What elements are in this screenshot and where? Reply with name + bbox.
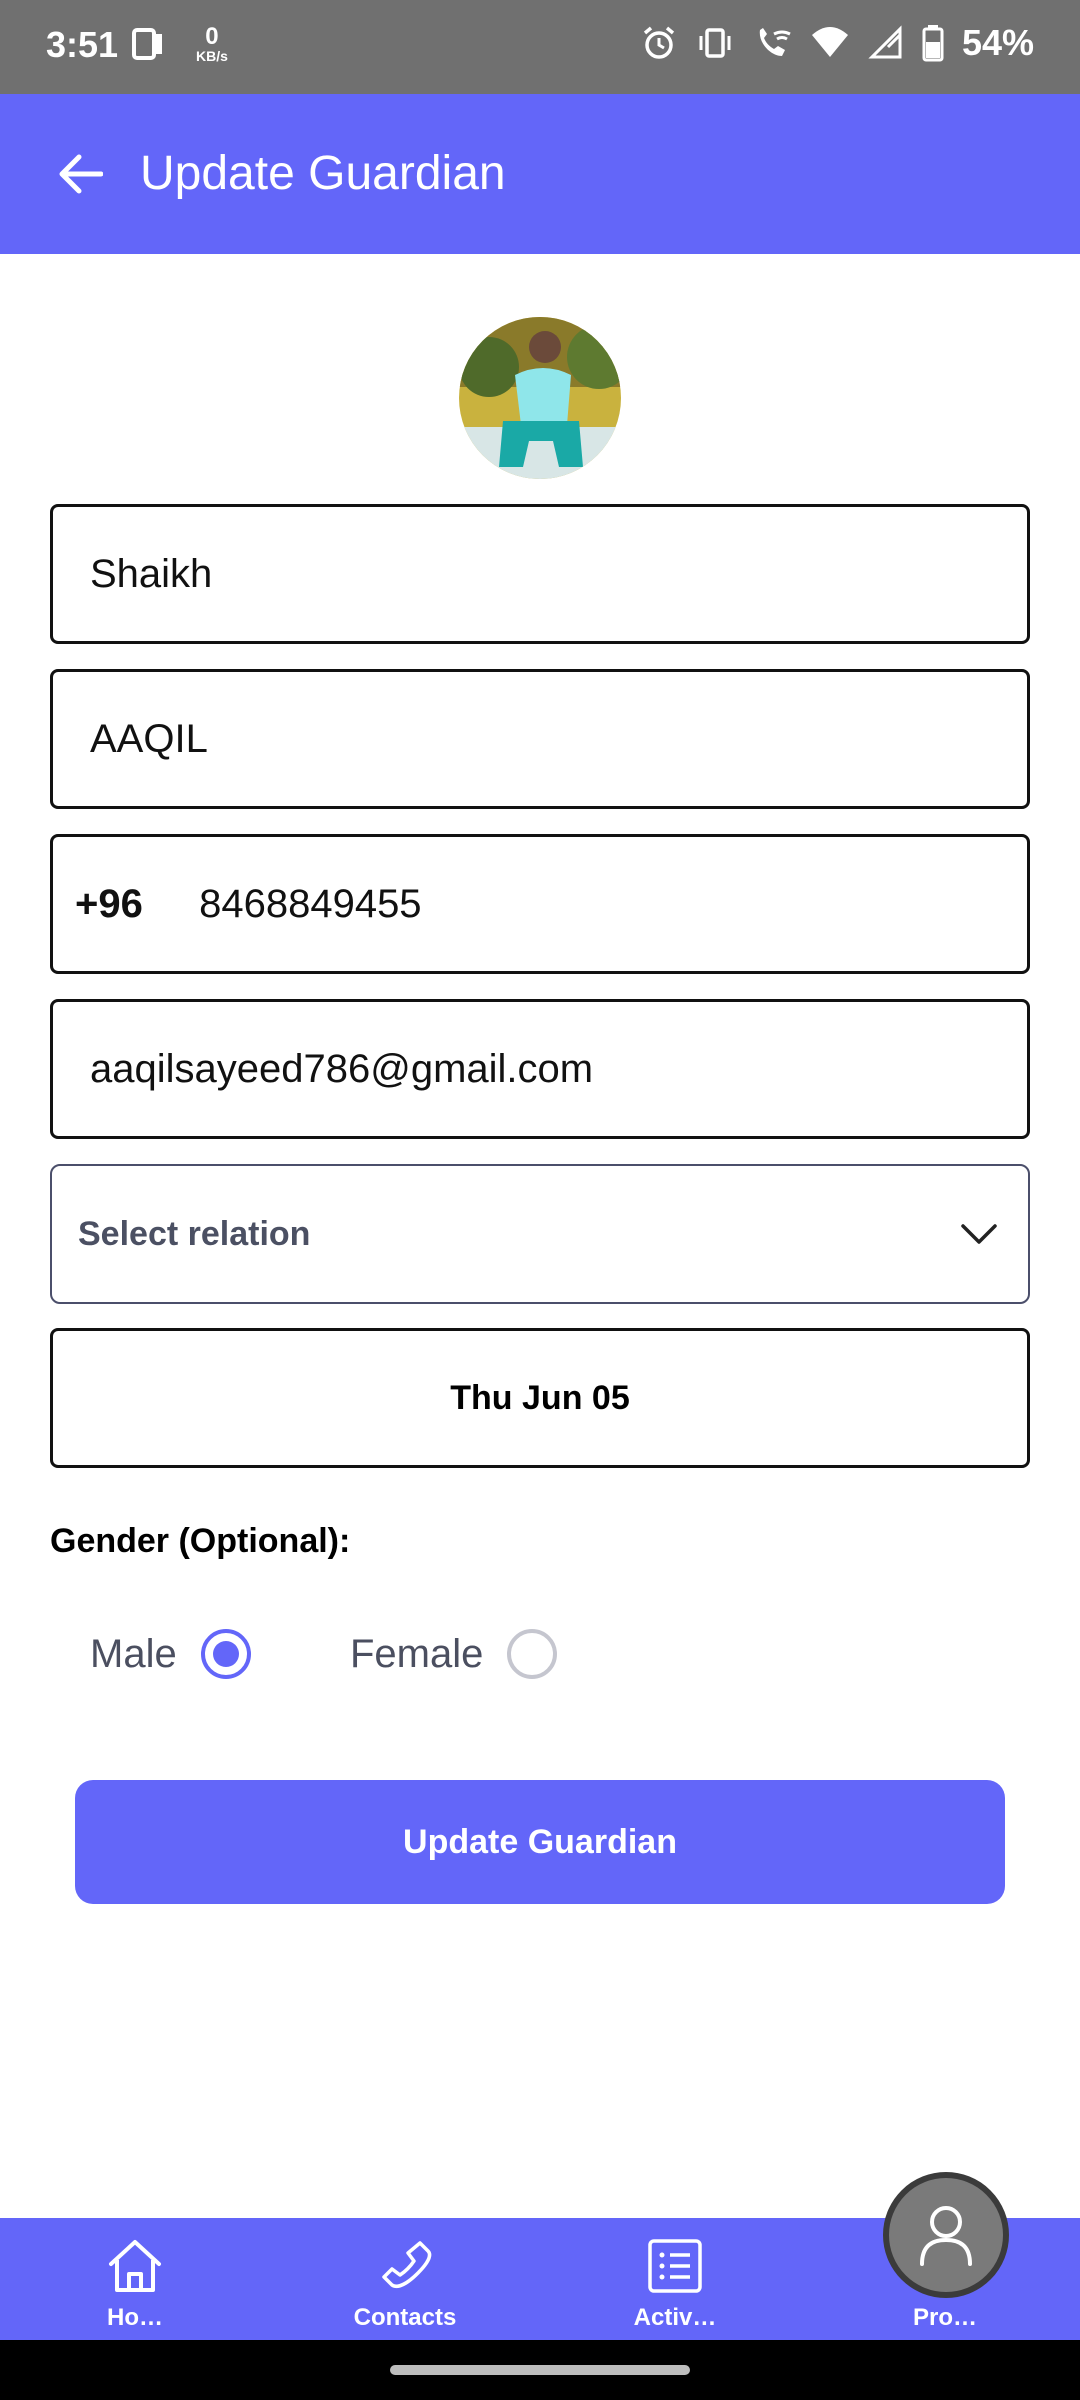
nav-label: Ho… (107, 2304, 163, 2331)
alarm-icon (643, 26, 675, 59)
first-name-field[interactable] (50, 669, 1030, 809)
last-name-field[interactable] (50, 504, 1030, 644)
battery-percentage: 54% (961, 22, 1034, 63)
nav-item-home[interactable]: Ho… (35, 2218, 235, 2340)
email-field[interactable] (50, 999, 1030, 1139)
gender-option-label: Female (350, 1631, 484, 1676)
phone-input[interactable] (199, 881, 1027, 927)
wifi-icon (811, 27, 848, 57)
network-speed: 0 KB/s (196, 23, 228, 64)
avatar[interactable] (459, 317, 621, 479)
nav-item-activity[interactable]: Activ… (575, 2218, 775, 2340)
signal-icon (868, 25, 902, 59)
profile-button[interactable] (883, 2172, 1009, 2298)
status-time: 3:51 (46, 24, 119, 65)
arrow-left-icon (59, 154, 103, 194)
system-navigation-bar (0, 2340, 1080, 2400)
radio-button-checked[interactable] (200, 1629, 251, 1679)
page-title: Update Guardian (140, 147, 506, 200)
gender-option-label: Male (90, 1631, 177, 1676)
relation-select[interactable]: Select relation (50, 1164, 1030, 1304)
country-code[interactable]: +96 (53, 882, 199, 927)
app-bar: Update Guardian (0, 94, 1080, 254)
gender-option-female[interactable]: Female (350, 1625, 558, 1683)
vibrate-icon (699, 28, 731, 58)
update-guardian-button[interactable]: Update Guardian (75, 1780, 1005, 1904)
radio-button-unchecked[interactable] (507, 1629, 558, 1679)
chevron-down-icon (961, 1224, 997, 1244)
nav-item-contacts[interactable]: Contacts (305, 2218, 505, 2340)
phone-field[interactable]: +96 (50, 834, 1030, 974)
date-picker[interactable]: Thu Jun 05 (50, 1328, 1030, 1468)
email-input[interactable] (53, 1046, 1027, 1092)
screen-record-icon (132, 28, 162, 60)
last-name-input[interactable] (53, 551, 1027, 597)
nav-label: Pro… (912, 2304, 977, 2331)
user-icon (920, 2206, 972, 2266)
avatar-photo (459, 317, 621, 479)
battery-icon (922, 25, 944, 62)
nav-label: Activ… (633, 2304, 717, 2331)
wifi-call-icon (759, 28, 791, 56)
first-name-input[interactable] (53, 716, 1027, 762)
home-icon (109, 2240, 161, 2292)
status-bar: 3:51 0 KB/s 54% (0, 0, 1080, 94)
relation-placeholder: Select relation (78, 1214, 311, 1253)
gender-option-male[interactable]: Male (90, 1625, 251, 1683)
list-icon (648, 2239, 702, 2293)
date-value: Thu Jun 05 (450, 1378, 630, 1417)
gender-label: Gender (Optional): (50, 1522, 351, 1560)
back-button[interactable] (44, 138, 116, 210)
phone-icon (382, 2241, 432, 2288)
gesture-handle[interactable] (390, 2365, 690, 2375)
nav-label: Contacts (353, 2304, 457, 2331)
